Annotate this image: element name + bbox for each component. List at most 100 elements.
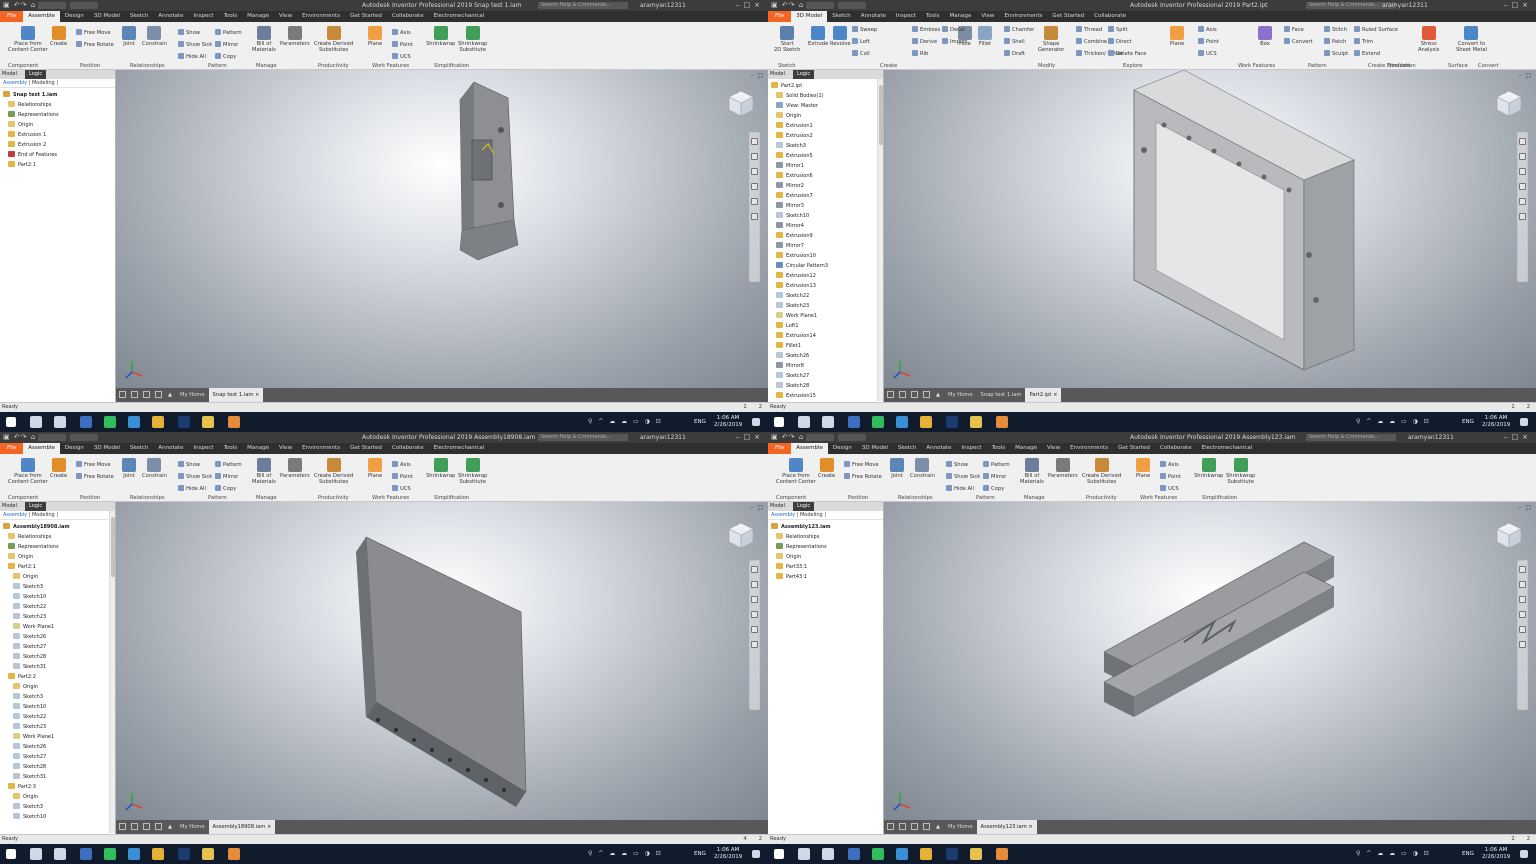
calculator-icon[interactable] [80, 416, 92, 428]
tree-node[interactable]: Work Plane1 [768, 311, 883, 321]
window-arrange-icon[interactable] [899, 823, 906, 830]
task-view-icon[interactable] [822, 416, 834, 428]
media-icon[interactable] [128, 848, 140, 860]
close-icon[interactable]: × [1051, 392, 1057, 398]
tool-pattern[interactable]: Pattern [215, 29, 242, 37]
tree-node[interactable]: Sketch3 [0, 692, 115, 702]
viewcube-icon[interactable] [1494, 520, 1524, 550]
tree-node[interactable]: Extrusion12 [768, 271, 883, 281]
nav-tool-icon[interactable] [1519, 213, 1526, 220]
tab-assemble[interactable]: Assemble [23, 443, 60, 454]
tool-combine[interactable]: Combine [1076, 38, 1107, 46]
tree-node[interactable]: Sketch28 [0, 652, 115, 662]
bom-button[interactable]: Bill of Materials [1020, 458, 1044, 485]
nav-tool-icon[interactable] [1519, 138, 1526, 145]
group-pattern[interactable]: Pattern [976, 495, 995, 501]
joint-button[interactable]: Joint [890, 458, 904, 479]
3d-model[interactable] [884, 502, 1536, 820]
tree-node[interactable]: Sketch31 [0, 662, 115, 672]
tree-node[interactable]: Sketch27 [768, 371, 883, 381]
window-controls[interactable]: –□× [730, 432, 764, 443]
undo-icon[interactable]: ↶ [14, 433, 21, 441]
photoshop-icon[interactable] [946, 848, 958, 860]
calculator-icon[interactable] [848, 848, 860, 860]
tab-manage[interactable]: Manage [242, 443, 274, 454]
tree-node[interactable]: Assembly18908.iam [0, 522, 115, 532]
shrinkwrap-button[interactable]: Shrinkwrap [1194, 458, 1223, 479]
tab-annotate[interactable]: Annotate [921, 443, 956, 454]
document-tab[interactable]: My Home [176, 820, 209, 834]
photoshop-icon[interactable] [178, 416, 190, 428]
home-icon[interactable]: ⌂ [799, 1, 804, 9]
nav-tool-icon[interactable] [1519, 581, 1526, 588]
browser-mode-select[interactable]: Logic [25, 70, 47, 79]
tree-node[interactable]: Mirror8 [768, 361, 883, 371]
tool-decal[interactable]: Decal [942, 26, 965, 34]
nav-tool-icon[interactable] [751, 168, 758, 175]
joint-button[interactable]: Joint [122, 458, 136, 479]
tab-menu-icon[interactable]: ▲ [164, 820, 176, 834]
create-button[interactable]: Create [50, 26, 67, 47]
search-help-input[interactable]: Search Help & Commands... [538, 434, 628, 441]
extrude-button[interactable]: Extrude [808, 26, 828, 47]
close-icon[interactable]: × [253, 392, 259, 398]
tab-file[interactable]: File [768, 443, 792, 454]
tab-inspect[interactable]: Inspect [189, 443, 219, 454]
tree-node[interactable]: Representations [768, 542, 883, 552]
tool-free-move[interactable]: Free Move [844, 461, 879, 469]
language-indicator[interactable]: ENG [694, 412, 706, 432]
close-icon[interactable]: × [265, 824, 271, 830]
tree-node[interactable]: Origin [0, 682, 115, 692]
tool-coil[interactable]: Coil [852, 50, 870, 58]
search-help-input[interactable]: Search Help & Commands... [1306, 434, 1396, 441]
graphics-viewport[interactable]: – □ [116, 502, 768, 820]
sheetmetal-button[interactable]: Convert to Sheet Metal [1456, 26, 1487, 53]
tool-point[interactable]: Point [1198, 38, 1219, 46]
tree-node[interactable]: Extrusion 1 [0, 130, 115, 140]
tree-node[interactable]: Sketch31 [0, 772, 115, 782]
window-controls[interactable]: –□× [1498, 0, 1532, 11]
bom-button[interactable]: Bill of Materials [252, 458, 276, 485]
tab-assemble[interactable]: Assemble [791, 443, 828, 454]
tree-node[interactable]: Extrusion1 [768, 121, 883, 131]
tree-node[interactable]: Solid Bodies(1) [768, 91, 883, 101]
tab-3d-model[interactable]: 3D Model [791, 11, 828, 22]
tree-node[interactable]: Circular Pattern3 [768, 261, 883, 271]
window-arrange-icon[interactable] [131, 391, 138, 398]
joint-button[interactable]: Joint [122, 26, 136, 47]
derived-button[interactable]: Create Derived Substitutes [314, 458, 353, 485]
tree-node[interactable]: Fillet1 [768, 341, 883, 351]
tool-ucs[interactable]: UCS [1198, 50, 1217, 58]
clock[interactable]: 1:06 AM 2/26/2019 [714, 847, 742, 861]
tree-node[interactable]: Relationships [0, 100, 115, 110]
tab-environments[interactable]: Environments [297, 443, 345, 454]
tab-menu-icon[interactable]: ▲ [164, 388, 176, 402]
search-icon[interactable] [798, 848, 810, 860]
tool-hide-all[interactable]: Hide All [178, 53, 206, 61]
window-arrange-icon[interactable] [887, 823, 894, 830]
tab-collaborate[interactable]: Collaborate [387, 11, 429, 22]
window-controls[interactable]: –□× [730, 0, 764, 11]
group-position[interactable]: Position [80, 495, 100, 501]
tree-node[interactable]: Sketch10 [0, 702, 115, 712]
3d-model[interactable] [116, 70, 768, 388]
tool-show[interactable]: Show [178, 461, 200, 469]
notifications-icon[interactable] [1520, 850, 1528, 858]
redo-icon[interactable]: ↷ [21, 433, 28, 441]
tool-point[interactable]: Point [1160, 473, 1181, 481]
nav-tool-icon[interactable] [1519, 596, 1526, 603]
tool-trim[interactable]: Trim [1354, 38, 1373, 46]
browser-tab-assembly[interactable]: Assembly [3, 80, 27, 86]
document-tab[interactable]: My Home [176, 388, 209, 402]
nav-tool-icon[interactable] [1519, 611, 1526, 618]
calculator-icon[interactable] [848, 416, 860, 428]
tree-node[interactable]: Mirror2 [768, 181, 883, 191]
tool-mirror[interactable]: Mirror [215, 41, 238, 49]
search-icon[interactable] [798, 416, 810, 428]
tree-node[interactable]: Part2:1 [0, 160, 115, 170]
tool-sculpt[interactable]: Sculpt [1324, 50, 1348, 58]
group-component[interactable]: Component [8, 63, 38, 69]
group-relationships[interactable]: Relationships [130, 495, 165, 501]
tree-node[interactable]: Extrusion13 [768, 281, 883, 291]
tree-node[interactable]: Sketch28 [768, 381, 883, 391]
